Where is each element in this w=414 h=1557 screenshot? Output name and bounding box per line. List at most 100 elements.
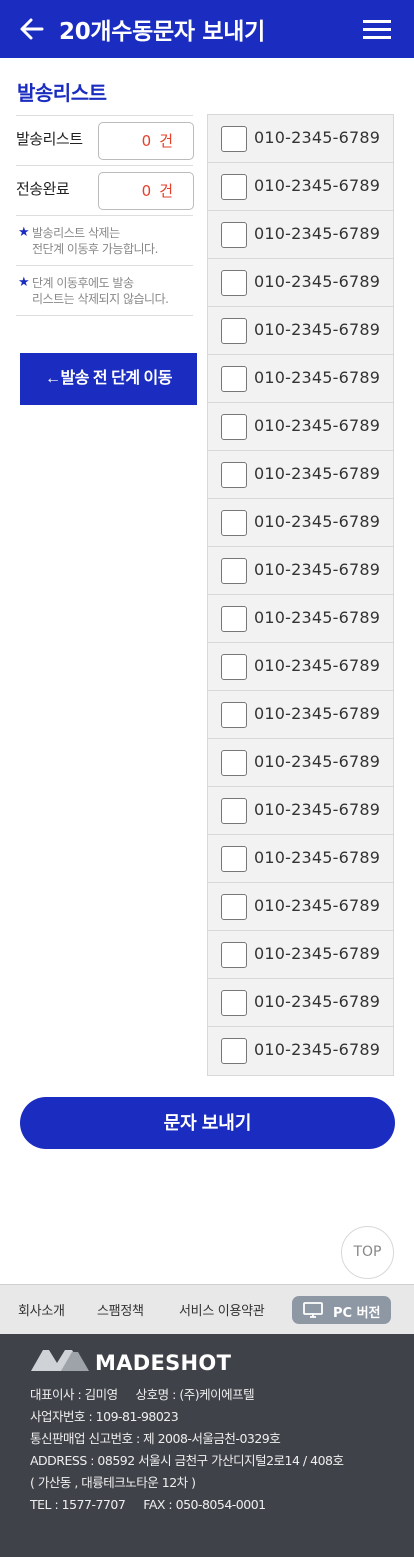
recipient-checkbox[interactable]: [221, 894, 247, 920]
recipient-phone: 010-2345-6789: [254, 992, 381, 1011]
hamburger-menu-icon[interactable]: [361, 17, 393, 41]
stat-send-list: 발송리스트 0건: [16, 115, 194, 165]
back-arrow-icon[interactable]: [18, 14, 46, 44]
recipient-phone: 010-2345-6789: [254, 944, 381, 963]
terms-link[interactable]: 서비스 이용약관: [179, 1300, 265, 1319]
note-line: 전단계 이동후 가능합니다.: [32, 242, 158, 256]
scroll-top-button[interactable]: TOP: [341, 1226, 394, 1279]
stat-unit: 건: [159, 182, 173, 200]
spam-policy-link[interactable]: 스팸정책: [97, 1300, 144, 1319]
monitor-icon: [303, 1302, 323, 1318]
recipient-checkbox[interactable]: [221, 798, 247, 824]
stat-count: 0: [141, 132, 152, 150]
recipient-phone: 010-2345-6789: [254, 416, 381, 435]
recipient-phone: 010-2345-6789: [254, 224, 381, 243]
recipient-checkbox[interactable]: [221, 366, 247, 392]
recipient-checkbox[interactable]: [221, 1038, 247, 1064]
recipient-phone: 010-2345-6789: [254, 560, 381, 579]
recipient-checkbox[interactable]: [221, 558, 247, 584]
address-detail-text: ( 가산동 , 대륭테크노타운 12차 ): [30, 1475, 196, 1490]
company-name-text: 상호명 : (주)케이에프텔: [135, 1387, 255, 1402]
recipient-list: 010-2345-6789 010-2345-6789 010-2345-6789 0…: [207, 114, 394, 1076]
recipient-row: 010-2345-6789: [208, 787, 393, 835]
recipient-phone: 010-2345-6789: [254, 608, 381, 627]
recipient-phone: 010-2345-6789: [254, 512, 381, 531]
recipient-row: 010-2345-6789: [208, 1027, 393, 1075]
recipient-checkbox[interactable]: [221, 990, 247, 1016]
stat-label: 발송리스트: [16, 130, 83, 148]
recipient-checkbox[interactable]: [221, 942, 247, 968]
recipient-row: 010-2345-6789: [208, 835, 393, 883]
recipient-row: 010-2345-6789: [208, 355, 393, 403]
address-text: ADDRESS : 08592 서울시 금천구 가산디지털2로14 / 408호: [30, 1453, 344, 1468]
recipient-phone: 010-2345-6789: [254, 896, 381, 915]
mail-order-text: 통신판매업 신고번호 : 제 2008-서울금천-0329호: [30, 1431, 281, 1446]
recipient-row: 010-2345-6789: [208, 403, 393, 451]
recipient-phone: 010-2345-6789: [254, 272, 381, 291]
recipient-row: 010-2345-6789: [208, 643, 393, 691]
note-item: ★ 발송리스트 삭제는 전단계 이동후 가능합니다.: [16, 215, 193, 265]
prev-step-button[interactable]: ←발송 전 단계 이동: [20, 353, 197, 405]
recipient-row: 010-2345-6789: [208, 691, 393, 739]
stat-count-box: 0건: [98, 172, 194, 210]
recipient-row: 010-2345-6789: [208, 931, 393, 979]
tel-text: TEL : 1577-7707: [30, 1497, 126, 1512]
recipient-phone: 010-2345-6789: [254, 320, 381, 339]
recipient-phone: 010-2345-6789: [254, 128, 381, 147]
pc-version-label: PC 버전: [333, 1306, 381, 1321]
stat-count-box: 0건: [98, 122, 194, 160]
recipient-row: 010-2345-6789: [208, 211, 393, 259]
recipient-checkbox[interactable]: [221, 606, 247, 632]
recipient-checkbox[interactable]: [221, 126, 247, 152]
note-line: 단계 이동후에도 발송: [32, 276, 134, 290]
fax-text: FAX : 050-8054-0001: [143, 1497, 266, 1512]
recipient-phone: 010-2345-6789: [254, 1040, 381, 1059]
ceo-text: 대표이사 : 김미영: [30, 1387, 118, 1402]
recipient-checkbox[interactable]: [221, 414, 247, 440]
star-icon: ★: [18, 275, 30, 290]
recipient-row: 010-2345-6789: [208, 739, 393, 787]
recipient-row: 010-2345-6789: [208, 499, 393, 547]
recipient-checkbox[interactable]: [221, 462, 247, 488]
stat-unit: 건: [159, 132, 173, 150]
recipient-checkbox[interactable]: [221, 222, 247, 248]
recipient-checkbox[interactable]: [221, 750, 247, 776]
page-title: 20개수동문자 보내기: [59, 19, 265, 45]
company-info-link[interactable]: 회사소개: [18, 1300, 65, 1319]
recipient-phone: 010-2345-6789: [254, 368, 381, 387]
recipient-checkbox[interactable]: [221, 510, 247, 536]
recipient-phone: 010-2345-6789: [254, 176, 381, 195]
star-icon: ★: [18, 225, 30, 240]
send-message-button[interactable]: 문자 보내기: [20, 1097, 395, 1149]
footer-nav: 회사소개 스팸정책 서비스 이용약관 PC 버전: [0, 1284, 414, 1334]
recipient-row: 010-2345-6789: [208, 979, 393, 1027]
recipient-row: 010-2345-6789: [208, 115, 393, 163]
recipient-phone: 010-2345-6789: [254, 656, 381, 675]
recipient-phone: 010-2345-6789: [254, 704, 381, 723]
recipient-checkbox[interactable]: [221, 318, 247, 344]
note-line: 발송리스트 삭제는: [32, 226, 120, 240]
biz-number-text: 사업자번호 : 109-81-98023: [30, 1409, 179, 1424]
recipient-row: 010-2345-6789: [208, 883, 393, 931]
recipient-row: 010-2345-6789: [208, 547, 393, 595]
logo-text: MADESHOT: [95, 1351, 232, 1375]
recipient-checkbox[interactable]: [221, 702, 247, 728]
recipient-row: 010-2345-6789: [208, 307, 393, 355]
pc-version-button[interactable]: PC 버전: [292, 1296, 391, 1324]
recipient-checkbox[interactable]: [221, 270, 247, 296]
recipient-row: 010-2345-6789: [208, 595, 393, 643]
recipient-phone: 010-2345-6789: [254, 464, 381, 483]
recipient-checkbox[interactable]: [221, 654, 247, 680]
stat-count: 0: [141, 182, 152, 200]
app-header: 20개수동문자 보내기: [0, 0, 414, 58]
section-title: 발송리스트: [17, 81, 107, 105]
stats-panel: 발송리스트 0건 전송완료 0건 ★ 발송리스트 삭제는 전단계 이동후 가능합…: [16, 115, 194, 316]
recipient-phone: 010-2345-6789: [254, 848, 381, 867]
recipient-phone: 010-2345-6789: [254, 752, 381, 771]
site-footer: MADESHOT 대표이사 : 김미영 상호명 : (주)케이에프텔 사업자번호 …: [0, 1334, 414, 1557]
stat-label: 전송완료: [16, 180, 70, 198]
recipient-row: 010-2345-6789: [208, 259, 393, 307]
note-item: ★ 단계 이동후에도 발송 리스트는 삭제되지 않습니다.: [16, 265, 193, 315]
recipient-checkbox[interactable]: [221, 174, 247, 200]
recipient-checkbox[interactable]: [221, 846, 247, 872]
